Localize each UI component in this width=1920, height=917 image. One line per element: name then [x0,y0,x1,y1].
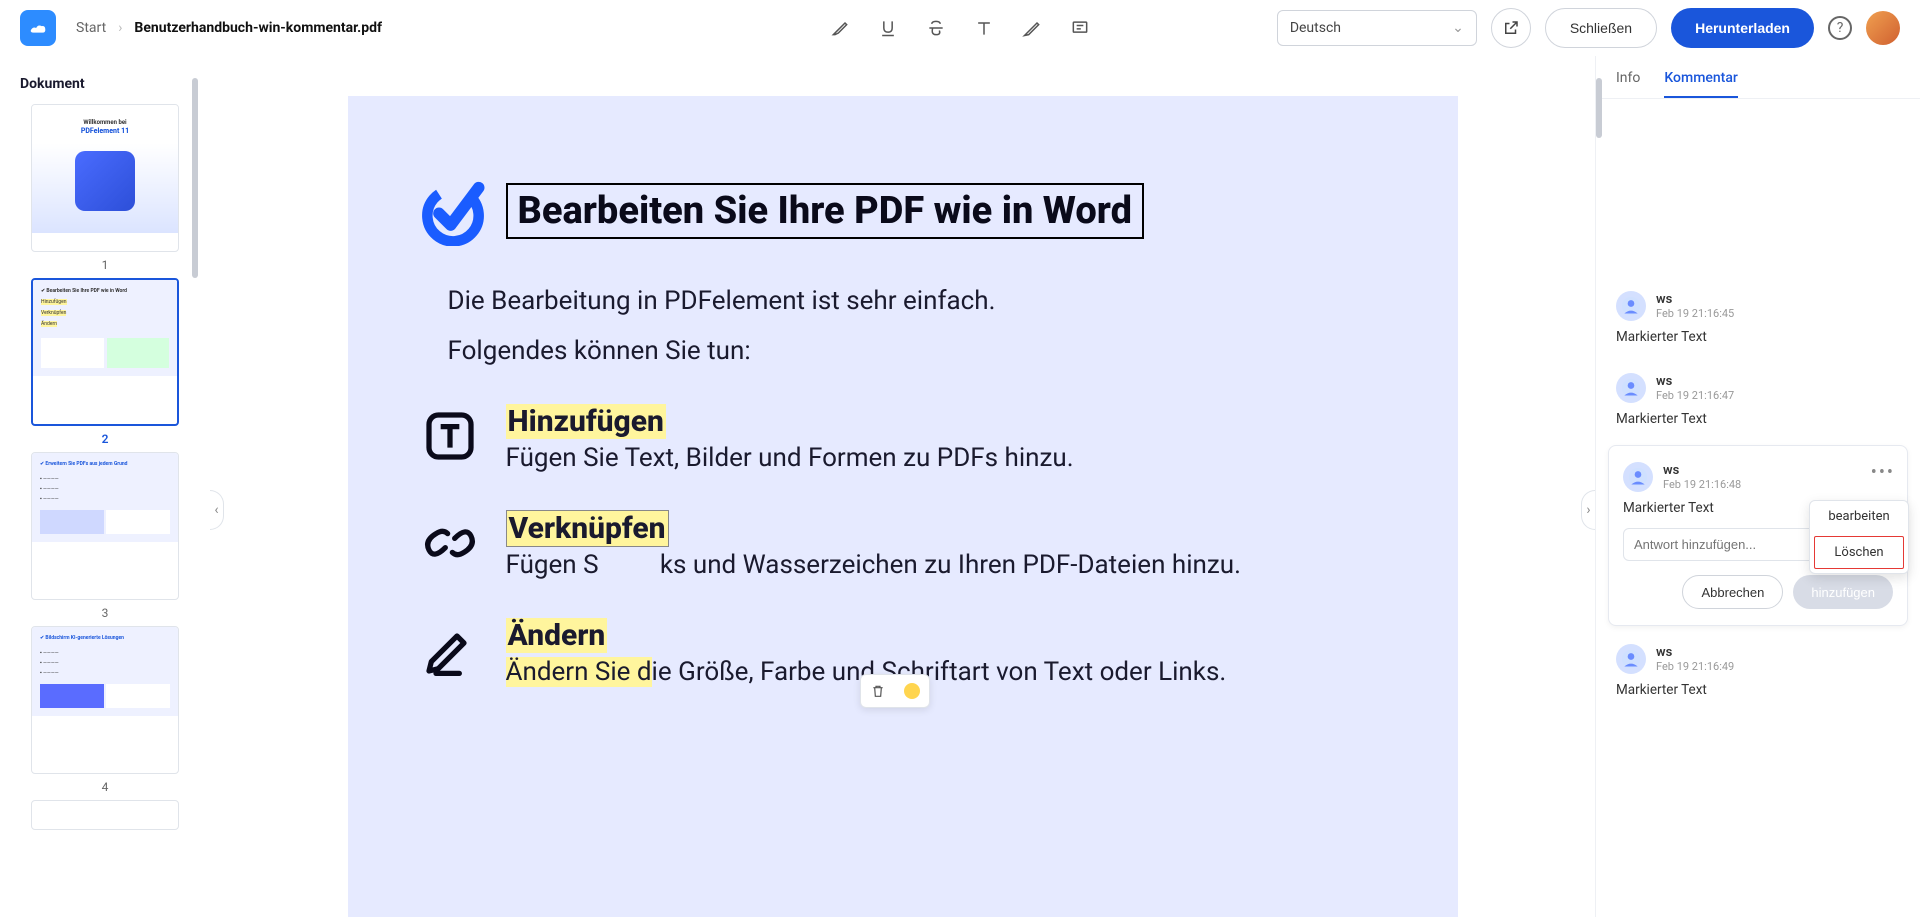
comment-icon[interactable] [1070,18,1090,38]
item-title-add[interactable]: Hinzufügen [506,404,666,439]
page-thumbnail-2[interactable]: ✔ Bearbeiten Sie Ihre PDF wie in Word Hi… [31,278,179,426]
tab-info[interactable]: Info [1616,70,1640,98]
annotation-toolbar [860,674,930,708]
intro-line-1: Die Bearbeitung in PDFelement ist sehr e… [448,286,1388,316]
item-title-link[interactable]: Verknüpfen [506,510,669,547]
item-desc-link: Fügen Sie Links und Wasserzeichen zu Ihr… [506,550,1241,580]
add-reply-button[interactable]: hinzufügen [1793,575,1893,609]
trash-icon[interactable] [870,683,886,699]
sidebar-title: Dokument [20,76,198,92]
intro-line-2: Folgendes können Sie tun: [448,336,1388,366]
text-box-icon [422,408,478,464]
page-thumbnail-5[interactable] [31,800,179,830]
highlighter-icon[interactable] [830,18,850,38]
comment-user: ws [1656,292,1734,307]
breadcrumb-start[interactable]: Start [76,20,106,36]
chevron-right-icon: › [118,20,122,36]
more-options-icon[interactable]: ••• [1871,462,1895,483]
comment-time: Feb 19 21:16:45 [1656,307,1734,320]
edit-icon [422,622,478,678]
item-desc-add: Fügen Sie Text, Bilder und Formen zu PDF… [506,443,1074,473]
cancel-button[interactable]: Abbrechen [1682,575,1783,609]
comment-context-menu: bearbeiten Löschen [1809,500,1909,574]
comment-item[interactable]: ws Feb 19 21:16:49 Markierter Text [1606,630,1910,712]
comment-avatar [1616,373,1646,403]
item-title-change[interactable]: Ändern [506,618,608,653]
avatar[interactable] [1866,11,1900,45]
comment-time: Feb 19 21:16:49 [1656,660,1734,673]
collapse-rightpanel-handle[interactable]: › [1581,490,1595,530]
comment-item-active[interactable]: ws Feb 19 21:16:48 ••• Markierter Text A… [1608,445,1908,626]
help-icon[interactable]: ? [1828,16,1852,40]
language-value: Deutsch [1290,20,1341,36]
comment-time: Feb 19 21:16:47 [1656,389,1734,402]
comment-item[interactable]: ws Feb 19 21:16:45 Markierter Text [1606,277,1910,359]
link-icon [422,515,478,571]
doc-scrollbar[interactable] [1596,78,1602,138]
comment-text: Markierter Text [1616,682,1900,698]
comment-text: Markierter Text [1616,411,1900,427]
thumbnail-scrollbar[interactable] [192,78,198,278]
menu-delete[interactable]: Löschen [1814,536,1904,569]
thumb-number: 1 [102,258,109,272]
comment-avatar [1616,291,1646,321]
page-thumbnail-4[interactable]: ✔ Bildschirm KI-generierte Lösungen ▪ ——… [31,626,179,774]
download-button[interactable]: Herunterladen [1671,8,1814,48]
breadcrumb-filename: Benutzerhandbuch-win-kommentar.pdf [134,20,382,36]
underline-icon[interactable] [878,18,898,38]
comment-user: ws [1663,463,1741,478]
comment-user: ws [1656,374,1734,389]
text-icon[interactable] [974,18,994,38]
close-button[interactable]: Schließen [1545,8,1657,48]
page-title[interactable]: Bearbeiten Sie Ihre PDF wie in Word [506,183,1144,239]
strikethrough-icon[interactable] [926,18,946,38]
checkmark-circle-icon [418,176,488,246]
thumb-number: 4 [102,780,109,794]
comment-avatar [1616,644,1646,674]
comment-user: ws [1656,645,1734,660]
comment-avatar [1623,462,1653,492]
tab-comment[interactable]: Kommentar [1664,70,1737,98]
thumb-number: 2 [102,432,109,446]
pdf-page: Bearbeiten Sie Ihre PDF wie in Word Die … [348,96,1458,917]
comment-time: Feb 19 21:16:48 [1663,478,1741,491]
app-logo[interactable] [20,10,56,46]
thumb-number: 3 [102,606,109,620]
page-thumbnail-3[interactable]: ✔ Erweitern Sie PDFs aus jedem Grund ▪ —… [31,452,179,600]
language-select[interactable]: Deutsch ⌄ [1277,10,1477,46]
menu-edit[interactable]: bearbeiten [1810,501,1908,532]
share-button[interactable] [1491,8,1531,48]
page-thumbnail-1[interactable]: Willkommen bei PDFelement 11 [31,104,179,252]
chevron-down-icon: ⌄ [1452,20,1464,36]
comment-text: Markierter Text [1616,329,1900,345]
breadcrumb: Start › Benutzerhandbuch-win-kommentar.p… [76,20,382,36]
comment-item[interactable]: ws Feb 19 21:16:47 Markierter Text [1606,359,1910,441]
highlight-color-swatch[interactable] [904,683,920,699]
pen-icon[interactable] [1022,18,1042,38]
